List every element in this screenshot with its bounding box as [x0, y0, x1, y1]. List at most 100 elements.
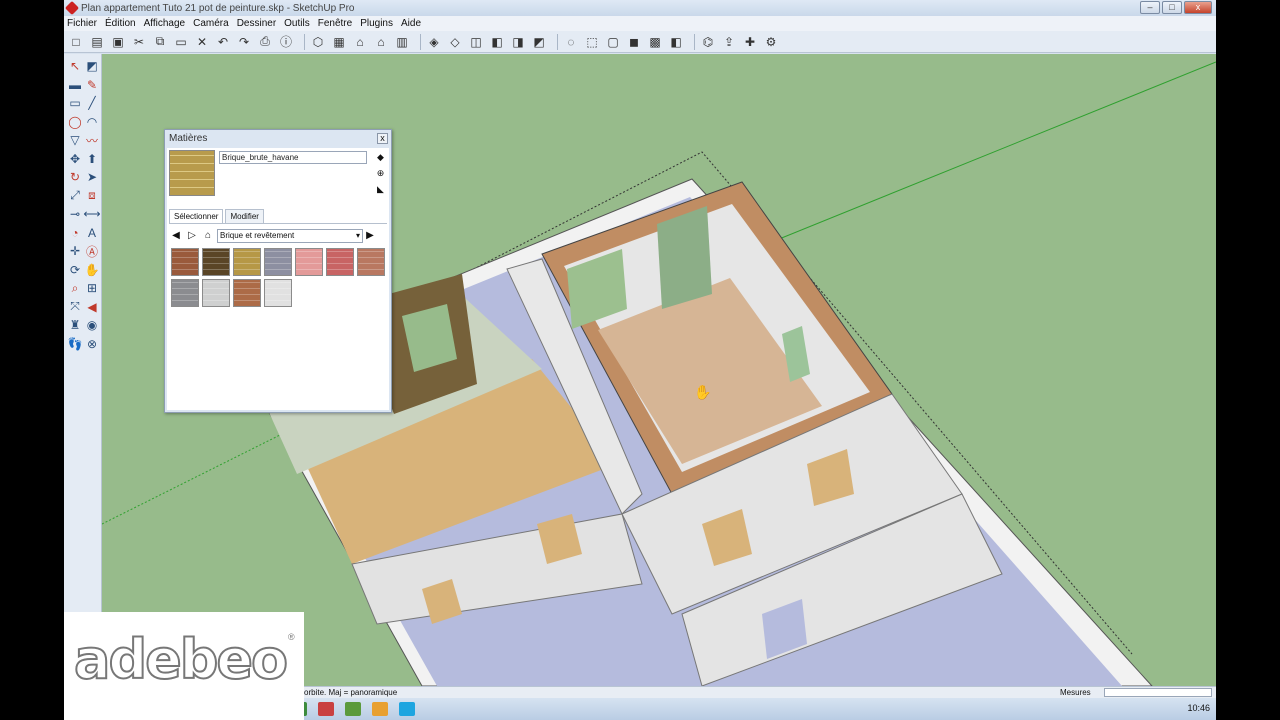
- browser-icon[interactable]: [345, 702, 361, 716]
- material-swatch[interactable]: [357, 248, 385, 276]
- arc-icon[interactable]: ◠: [84, 114, 100, 130]
- section-plane-icon[interactable]: ⊗: [84, 336, 100, 352]
- home-icon[interactable]: ⌂: [352, 34, 368, 50]
- paint-sample-icon[interactable]: ◣: [375, 184, 386, 195]
- erase-icon[interactable]: ✕: [194, 34, 210, 50]
- back-view-icon[interactable]: ◨: [510, 34, 526, 50]
- maximize-button[interactable]: □: [1162, 1, 1182, 14]
- menu-aide[interactable]: Aide: [401, 18, 421, 29]
- redo-icon[interactable]: ↷: [236, 34, 252, 50]
- default-material-icon[interactable]: ◆: [375, 152, 386, 163]
- orbit-icon[interactable]: ⟳: [67, 262, 83, 278]
- new-icon[interactable]: □: [68, 34, 84, 50]
- cut-icon[interactable]: ✂: [131, 34, 147, 50]
- dimension-icon[interactable]: ⟷: [83, 206, 100, 222]
- menu-outils[interactable]: Outils: [284, 18, 310, 29]
- right-view-icon[interactable]: ◧: [489, 34, 505, 50]
- menu-fenetre[interactable]: Fenêtre: [318, 18, 352, 29]
- material-swatch[interactable]: [264, 279, 292, 307]
- push-pull-icon[interactable]: ⬆: [84, 151, 100, 167]
- shaded-icon[interactable]: ◼: [626, 34, 642, 50]
- open-icon[interactable]: ▤: [89, 34, 105, 50]
- zoom-extents-icon[interactable]: ⤧: [67, 299, 83, 315]
- select-icon[interactable]: ↖: [67, 58, 83, 74]
- front-view-icon[interactable]: ◫: [468, 34, 484, 50]
- scale-icon[interactable]: ⤢: [67, 188, 83, 204]
- measures-input[interactable]: [1104, 688, 1212, 697]
- menu-camera[interactable]: Caméra: [193, 18, 229, 29]
- wall-icon[interactable]: ▥: [394, 34, 410, 50]
- component-icon[interactable]: ⬡: [310, 34, 326, 50]
- material-swatch[interactable]: [233, 279, 261, 307]
- mono-icon[interactable]: ◧: [668, 34, 684, 50]
- offset-icon[interactable]: ⧈: [84, 188, 100, 204]
- line-icon[interactable]: ╱: [84, 95, 100, 111]
- protractor-icon[interactable]: ◔: [67, 225, 83, 241]
- text-icon[interactable]: A: [84, 225, 100, 241]
- move-icon[interactable]: ✥: [67, 151, 83, 167]
- warehouse-icon[interactable]: ⌬: [700, 34, 716, 50]
- material-swatch[interactable]: [171, 248, 199, 276]
- material-swatch[interactable]: [202, 279, 230, 307]
- menu-affichage[interactable]: Affichage: [144, 18, 186, 29]
- zoom-icon[interactable]: ⌕: [67, 280, 83, 296]
- home-icon[interactable]: ⌂: [201, 229, 215, 243]
- materials-close-button[interactable]: x: [377, 133, 388, 144]
- menu-plugins[interactable]: Plugins: [360, 18, 393, 29]
- material-name-field[interactable]: Brique_brute_havane: [219, 151, 367, 164]
- walk-icon[interactable]: 👣: [67, 336, 83, 352]
- create-material-icon[interactable]: ⊕: [375, 168, 386, 179]
- material-swatch[interactable]: [264, 248, 292, 276]
- previous-view-icon[interactable]: ◀: [84, 299, 100, 315]
- polygon-icon[interactable]: ▽: [67, 132, 83, 148]
- hidden-line-icon[interactable]: ▢: [605, 34, 621, 50]
- axes-icon[interactable]: ✛: [67, 243, 83, 259]
- pan-icon[interactable]: ✋: [84, 262, 100, 278]
- menu-edition[interactable]: Édition: [105, 18, 136, 29]
- eraser-icon[interactable]: ✎: [84, 77, 100, 93]
- info-icon[interactable]: ⓘ: [278, 34, 294, 50]
- textured-icon[interactable]: ▩: [647, 34, 663, 50]
- dynamic-icon[interactable]: ⚙: [763, 34, 779, 50]
- box-icon[interactable]: ▦: [331, 34, 347, 50]
- house-icon[interactable]: ⌂: [373, 34, 389, 50]
- left-view-icon[interactable]: ◩: [531, 34, 547, 50]
- details-arrow-icon[interactable]: ▶: [363, 229, 377, 243]
- wireframe-icon[interactable]: ⬚: [584, 34, 600, 50]
- mail-icon[interactable]: [318, 702, 334, 716]
- material-swatch[interactable]: [233, 248, 261, 276]
- xray-icon[interactable]: ◌: [563, 34, 579, 50]
- print-icon[interactable]: ⎙: [257, 34, 273, 50]
- forward-arrow-icon[interactable]: ▷: [185, 229, 199, 243]
- position-camera-icon[interactable]: ♜: [67, 317, 83, 333]
- freehand-icon[interactable]: 〰: [84, 132, 100, 148]
- tape-measure-icon[interactable]: ⊸: [67, 206, 83, 222]
- iso-view-icon[interactable]: ◈: [426, 34, 442, 50]
- rotate-icon[interactable]: ↻: [67, 169, 83, 185]
- material-swatch[interactable]: [295, 248, 323, 276]
- circle-icon[interactable]: ◯: [67, 114, 83, 130]
- save-icon[interactable]: ▣: [110, 34, 126, 50]
- 3d-text-icon[interactable]: Ⓐ: [84, 243, 100, 259]
- 3d-viewport[interactable]: ✋ Matières x Brique_brute_havane ◆ ⊕ ◣ S…: [102, 54, 1216, 686]
- skype-icon[interactable]: [399, 702, 415, 716]
- material-swatch[interactable]: [171, 279, 199, 307]
- tab-selectionner[interactable]: Sélectionner: [169, 209, 224, 223]
- menu-fichier[interactable]: Fichier: [67, 18, 97, 29]
- component-make-icon[interactable]: ◩: [84, 58, 100, 74]
- rectangle-icon[interactable]: ▭: [67, 95, 83, 111]
- tab-modifier[interactable]: Modifier: [225, 209, 264, 223]
- extension-icon[interactable]: ✚: [742, 34, 758, 50]
- material-swatch[interactable]: [202, 248, 230, 276]
- close-button[interactable]: x: [1184, 1, 1212, 14]
- undo-icon[interactable]: ↶: [215, 34, 231, 50]
- paint-bucket-icon[interactable]: ▬: [67, 77, 83, 93]
- top-view-icon[interactable]: ◇: [447, 34, 463, 50]
- library-select[interactable]: Brique et revêtement: [217, 229, 363, 243]
- menu-dessiner[interactable]: Dessiner: [237, 18, 276, 29]
- look-around-icon[interactable]: ◉: [84, 317, 100, 333]
- follow-me-icon[interactable]: ➤: [84, 169, 100, 185]
- material-swatch[interactable]: [326, 248, 354, 276]
- copy-icon[interactable]: ⧉: [152, 34, 168, 50]
- material-preview[interactable]: [169, 150, 215, 196]
